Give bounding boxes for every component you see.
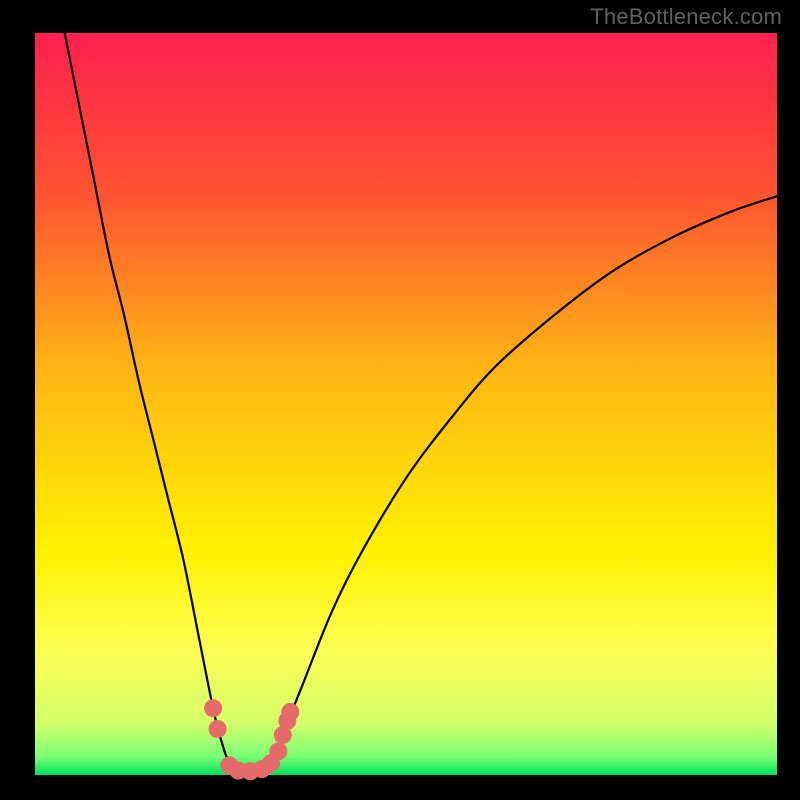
highlight-point [281,703,299,721]
highlight-point [204,699,222,717]
watermark-label: TheBottleneck.com [590,4,782,30]
highlight-point [269,742,287,760]
bottleneck-chart [0,0,800,800]
chart-container: { "watermark": "TheBottleneck.com", "cha… [0,0,800,800]
plot-background [35,33,777,775]
highlight-point [209,720,227,738]
